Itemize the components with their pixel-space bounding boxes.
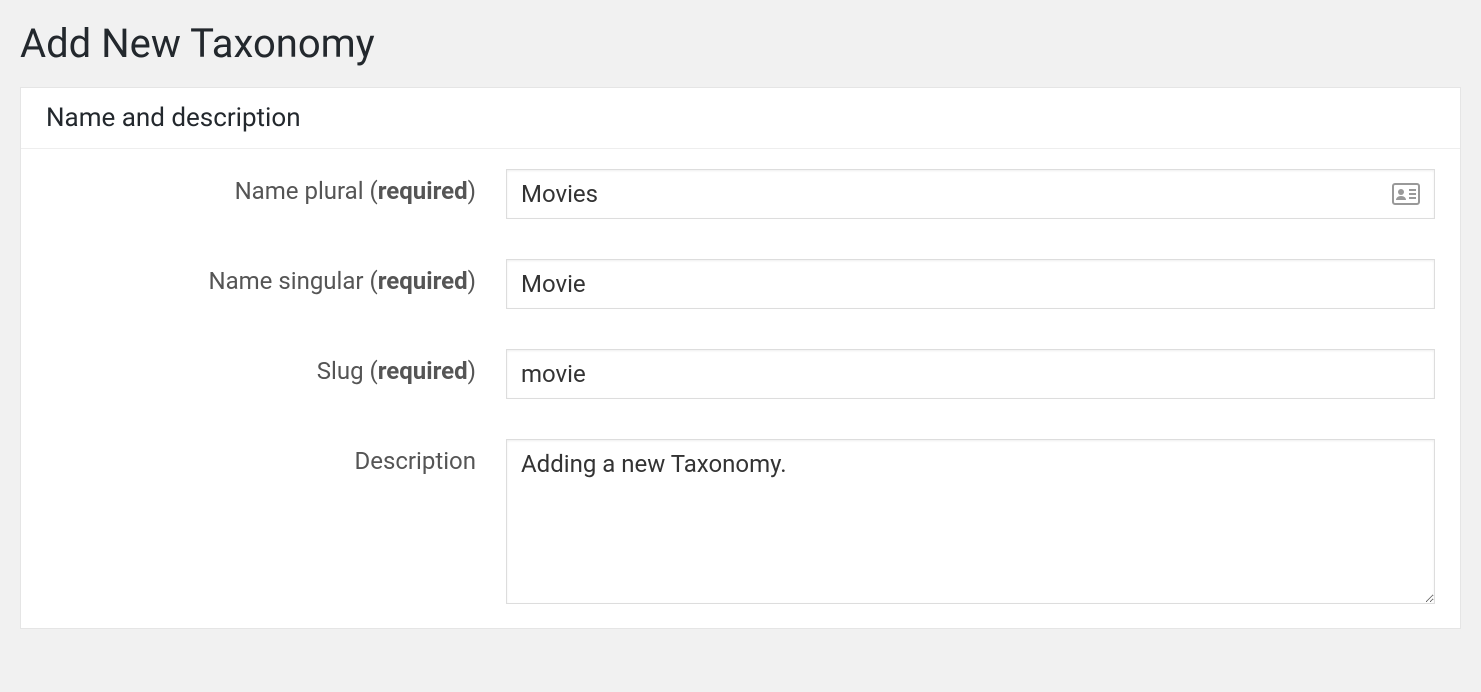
panel-title: Name and description: [46, 103, 1435, 133]
row-description: Description Adding a new Taxonomy.: [21, 419, 1460, 628]
label-description: Description: [46, 439, 506, 475]
panel-name-description: Name and description Name plural (requir…: [20, 87, 1461, 629]
field-slug: [506, 349, 1435, 399]
row-slug: Slug (required): [21, 329, 1460, 419]
label-name-plural: Name plural (required): [46, 169, 506, 205]
name-plural-input[interactable]: [506, 169, 1435, 219]
field-name-plural: [506, 169, 1435, 219]
page-title: Add New Taxonomy: [20, 20, 1461, 67]
row-name-plural: Name plural (required): [21, 149, 1460, 239]
name-singular-input[interactable]: [506, 259, 1435, 309]
field-name-singular: [506, 259, 1435, 309]
label-slug: Slug (required): [46, 349, 506, 385]
panel-header: Name and description: [21, 88, 1460, 149]
field-description: Adding a new Taxonomy.: [506, 439, 1435, 608]
slug-input[interactable]: [506, 349, 1435, 399]
description-textarea[interactable]: Adding a new Taxonomy.: [506, 439, 1435, 604]
label-name-singular: Name singular (required): [46, 259, 506, 295]
row-name-singular: Name singular (required): [21, 239, 1460, 329]
